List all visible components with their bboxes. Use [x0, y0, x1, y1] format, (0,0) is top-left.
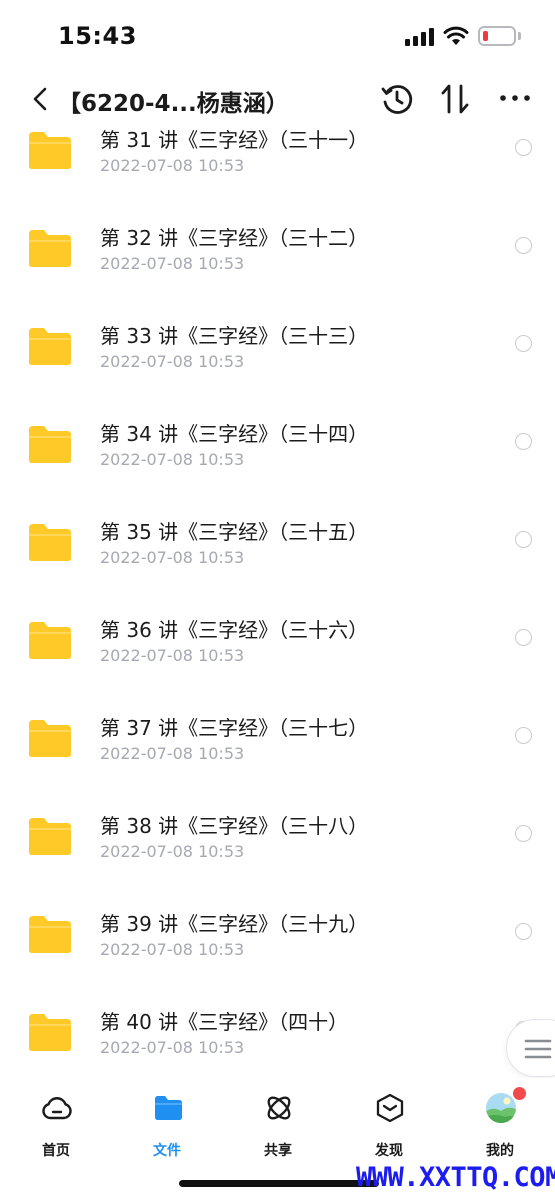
file-name: 第 38 讲《三字经》（三十八）: [100, 814, 369, 838]
status-bar: 15:43: [0, 0, 555, 72]
file-name: 第 32 讲《三字经》（三十二）: [100, 226, 369, 250]
battery-cap: [518, 32, 521, 40]
folder-icon: [29, 916, 71, 953]
list-item[interactable]: 第 32 讲《三字经》（三十二） 2022-07-08 10:53: [0, 220, 555, 318]
battery-level: [483, 31, 488, 41]
tab-files-label: 文件: [153, 1143, 181, 1159]
tab-share[interactable]: 共享: [233, 1090, 323, 1160]
list-item[interactable]: 第 38 讲《三字经》（三十八） 2022-07-08 10:53: [0, 808, 555, 906]
file-name: 第 34 讲《三字经》（三十四）: [100, 422, 369, 446]
list-item[interactable]: 第 37 讲《三字经》（三十七） 2022-07-08 10:53: [0, 710, 555, 808]
file-date: 2022-07-08 10:53: [100, 940, 245, 959]
folder-icon: [29, 818, 71, 855]
history-icon[interactable]: [380, 82, 414, 116]
file-name: 第 39 讲《三字经》（三十九）: [100, 912, 369, 936]
folder-icon: [29, 524, 71, 561]
list-item[interactable]: 第 34 讲《三字经》（三十四） 2022-07-08 10:53: [0, 416, 555, 514]
folder-icon: [155, 1096, 182, 1120]
wifi-icon: [443, 26, 469, 45]
file-name: 第 40 讲《三字经》（四十）: [100, 1010, 349, 1034]
file-date: 2022-07-08 10:53: [100, 842, 245, 861]
discover-box-icon: [376, 1093, 404, 1123]
list-item[interactable]: 第 40 讲《三字经》（四十） 2022-07-08 10:53: [0, 1004, 555, 1066]
watermark: WWW.XXTTQ.COM: [356, 1162, 555, 1193]
folder-icon: [29, 230, 71, 267]
tab-profile-label: 我的: [486, 1143, 514, 1159]
file-list: 第 31 讲《三字经》（三十一） 2022-07-08 10:53 第 32 讲…: [0, 124, 555, 1066]
status-time: 15:43: [58, 22, 137, 50]
file-name: 第 37 讲《三字经》（三十七）: [100, 716, 369, 740]
select-radio[interactable]: [515, 335, 532, 352]
folder-icon: [29, 622, 71, 659]
tab-files[interactable]: 文件: [122, 1090, 212, 1160]
nav-bar: 【6220-4...杨惠涵）: [0, 74, 555, 124]
tab-discover[interactable]: 发现: [344, 1090, 434, 1160]
select-radio[interactable]: [515, 629, 532, 646]
list-item[interactable]: 第 36 讲《三字经》（三十六） 2022-07-08 10:53: [0, 612, 555, 710]
list-item[interactable]: 第 35 讲《三字经》（三十五） 2022-07-08 10:53: [0, 514, 555, 612]
file-date: 2022-07-08 10:53: [100, 548, 245, 567]
avatar-icon: [486, 1093, 516, 1123]
share-orbit-icon: [267, 1096, 291, 1120]
file-date: 2022-07-08 10:53: [100, 744, 245, 763]
chevron-left-icon[interactable]: [28, 84, 54, 114]
file-name: 第 31 讲《三字经》（三十一）: [100, 128, 369, 152]
file-date: 2022-07-08 10:53: [100, 254, 245, 273]
file-date: 2022-07-08 10:53: [100, 1038, 245, 1057]
select-radio[interactable]: [515, 433, 532, 450]
tab-home-label: 首页: [42, 1143, 70, 1159]
folder-icon: [29, 328, 71, 365]
select-radio[interactable]: [515, 139, 532, 156]
file-name: 第 35 讲《三字经》（三十五）: [100, 520, 369, 544]
file-date: 2022-07-08 10:53: [100, 450, 245, 469]
list-item[interactable]: 第 31 讲《三字经》（三十一） 2022-07-08 10:53: [0, 124, 555, 220]
file-date: 2022-07-08 10:53: [100, 646, 245, 665]
tab-discover-label: 发现: [375, 1143, 403, 1159]
battery-icon: [478, 26, 516, 46]
list-item[interactable]: 第 39 讲《三字经》（三十九） 2022-07-08 10:53: [0, 906, 555, 1004]
list-item[interactable]: 第 33 讲《三字经》（三十三） 2022-07-08 10:53: [0, 318, 555, 416]
tab-home[interactable]: 首页: [11, 1090, 101, 1160]
file-name: 第 36 讲《三字经》（三十六）: [100, 618, 369, 642]
page-title: 【6220-4...杨惠涵）: [58, 91, 289, 117]
notification-badge: [513, 1087, 526, 1100]
file-date: 2022-07-08 10:53: [100, 352, 245, 371]
folder-icon: [29, 720, 71, 757]
file-date: 2022-07-08 10:53: [100, 156, 245, 175]
tab-profile[interactable]: 我的: [455, 1090, 545, 1160]
sort-icon[interactable]: [440, 82, 470, 116]
file-name: 第 33 讲《三字经》（三十三）: [100, 324, 369, 348]
select-radio[interactable]: [515, 923, 532, 940]
folder-icon: [29, 1014, 71, 1051]
folder-icon: [29, 426, 71, 463]
hamburger-icon: [524, 1039, 552, 1059]
more-icon[interactable]: [498, 88, 532, 108]
select-radio[interactable]: [515, 825, 532, 842]
tab-share-label: 共享: [264, 1143, 292, 1159]
cloud-icon: [42, 1097, 72, 1120]
select-radio[interactable]: [515, 727, 532, 744]
home-indicator: [179, 1180, 379, 1187]
floating-menu-button[interactable]: [506, 1019, 555, 1077]
select-radio[interactable]: [515, 237, 532, 254]
folder-icon: [29, 132, 71, 169]
cellular-signal-icon: [405, 27, 435, 46]
select-radio[interactable]: [515, 531, 532, 548]
